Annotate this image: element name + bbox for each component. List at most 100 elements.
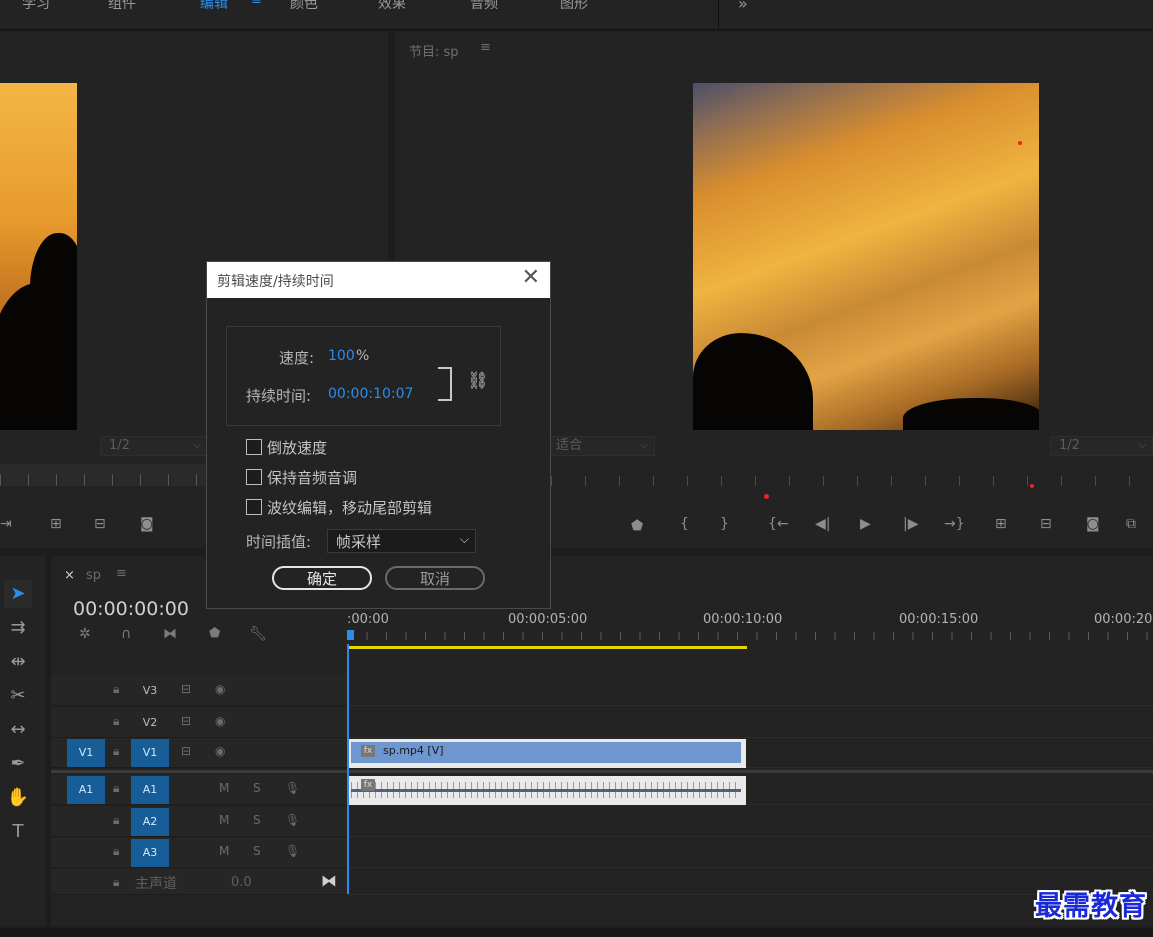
program-monitor-title[interactable]: 节目: sp <box>409 41 459 60</box>
add-marker-icon[interactable]: ⬟ <box>209 626 220 641</box>
workspace-tab-effects[interactable]: 效果 <box>378 0 406 13</box>
mark-in-icon[interactable]: { <box>680 516 689 532</box>
ripple-edit-checkbox[interactable] <box>246 499 262 515</box>
program-zoom-dropdown[interactable]: 1/2 ⌵ <box>1050 436 1153 456</box>
linked-selection-icon[interactable]: ⧓ <box>163 626 177 642</box>
track-name[interactable]: V2 <box>131 709 169 737</box>
track-target-v1[interactable]: V1 <box>131 739 169 767</box>
hamburger-icon[interactable]: ≡ <box>116 566 127 581</box>
cancel-button[interactable]: 取消 <box>385 566 485 590</box>
track-target-a1[interactable]: A1 <box>131 776 169 804</box>
playhead-handle[interactable] <box>347 630 354 640</box>
lock-icon[interactable]: 🔒︎ <box>113 744 119 759</box>
audio-clip[interactable]: fx <box>349 776 746 805</box>
go-to-in-icon[interactable]: {← <box>768 516 789 532</box>
workspace-tab-editing[interactable]: 编辑 <box>200 0 228 13</box>
lock-icon[interactable]: 🔒︎ <box>113 781 119 796</box>
time-interpolation-select[interactable]: 帧采样 ⌵ <box>327 529 476 553</box>
workspace-tab-color[interactable]: 颜色 <box>290 0 318 13</box>
wrench-icon[interactable]: 🔧︎ <box>249 626 267 642</box>
ok-button[interactable]: 确定 <box>272 566 372 590</box>
playhead-timecode[interactable]: 00:00:00:00 <box>73 598 189 620</box>
compare-icon[interactable]: ⧉ <box>1126 516 1136 532</box>
track-divider[interactable] <box>51 770 1153 773</box>
microphone-icon[interactable]: 🎙︎ <box>285 844 300 858</box>
source-time-ruler[interactable] <box>0 464 208 486</box>
lock-icon[interactable]: 🔒︎ <box>113 844 119 859</box>
solo-button[interactable]: S <box>253 813 261 827</box>
timeline-tab[interactable]: sp <box>86 568 101 583</box>
speed-value[interactable]: 100 <box>328 348 355 364</box>
microphone-icon[interactable]: 🎙︎ <box>285 781 300 795</box>
duration-value[interactable]: 00:00:10:07 <box>328 386 413 402</box>
eye-icon[interactable]: ◉ <box>215 744 225 758</box>
lane-a2[interactable] <box>347 807 1153 837</box>
lane-v3[interactable] <box>347 676 1153 706</box>
lane-master[interactable] <box>347 869 1153 895</box>
lock-icon[interactable]: 🔒︎ <box>113 682 119 697</box>
reverse-speed-checkbox[interactable] <box>246 439 262 455</box>
overwrite-icon[interactable]: ⊟ <box>94 516 106 532</box>
source-patch-a1[interactable]: A1 <box>67 776 105 804</box>
lock-icon[interactable]: 🔒︎ <box>113 875 119 890</box>
lane-a1[interactable]: fx <box>347 775 1153 805</box>
hamburger-icon[interactable]: ≡ <box>251 0 262 8</box>
lane-v2[interactable] <box>347 708 1153 738</box>
play-icon[interactable]: ▶ <box>860 516 871 532</box>
work-area-bar[interactable] <box>347 646 747 649</box>
track-target-a2[interactable]: A2 <box>131 808 169 836</box>
solo-button[interactable]: S <box>253 781 261 795</box>
chain-link-icon[interactable]: ⛓︎ <box>467 371 489 391</box>
workspace-tab-learning[interactable]: 学习 <box>22 0 50 13</box>
lock-icon[interactable]: 🔒︎ <box>113 714 119 729</box>
program-time-ruler[interactable] <box>551 464 1153 499</box>
snap-icon[interactable]: ∩ <box>121 626 131 642</box>
source-zoom-dropdown[interactable]: 1/2 ⌵ <box>100 436 208 456</box>
eye-icon[interactable]: ◉ <box>215 714 225 728</box>
ripple-edit-tool-icon[interactable]: ⇹ <box>4 648 32 676</box>
video-clip[interactable]: fx sp.mp4 [V] <box>349 739 746 768</box>
source-patch-v1[interactable]: V1 <box>67 739 105 767</box>
sync-lock-icon[interactable]: ⊟ <box>181 682 191 696</box>
workspace-tab-graphics[interactable]: 图形 <box>560 0 588 13</box>
nest-icon[interactable]: ✲ <box>79 626 91 642</box>
mark-out-icon[interactable]: } <box>720 516 729 532</box>
microphone-icon[interactable]: 🎙︎ <box>285 813 300 827</box>
eye-icon[interactable]: ◉ <box>215 682 225 696</box>
insert-icon[interactable]: ⊞ <box>50 516 62 532</box>
dialog-title-bar[interactable]: 剪辑速度/持续时间 ✕ <box>207 262 550 298</box>
go-to-out-icon[interactable]: →} <box>944 516 965 532</box>
hamburger-icon[interactable]: ≡ <box>480 40 491 55</box>
track-target-a3[interactable]: A3 <box>131 839 169 867</box>
playhead-line[interactable] <box>347 644 349 894</box>
lift-icon[interactable]: ⊞ <box>995 516 1007 532</box>
pen-tool-icon[interactable]: ✒ <box>4 750 32 778</box>
solo-button[interactable]: S <box>253 844 261 858</box>
maintain-pitch-checkbox[interactable] <box>246 469 262 485</box>
type-tool-icon[interactable]: T <box>4 818 32 846</box>
close-icon[interactable]: ✕ <box>522 267 540 289</box>
track-name[interactable]: V3 <box>131 677 169 705</box>
step-forward-icon[interactable]: |▶ <box>903 516 918 532</box>
workspace-tab-assembly[interactable]: 组件 <box>108 0 136 13</box>
workspace-tab-audio[interactable]: 音频 <box>470 0 498 13</box>
master-volume-value[interactable]: 0.0 <box>231 875 252 890</box>
lane-a3[interactable] <box>347 838 1153 868</box>
lock-icon[interactable]: 🔒︎ <box>113 813 119 828</box>
bowtie-icon[interactable]: ⧓ <box>321 871 337 890</box>
export-frame-icon[interactable]: ◙ <box>140 516 154 532</box>
razor-tool-icon[interactable]: ✂ <box>4 682 32 710</box>
export-frame-icon[interactable]: ◙ <box>1086 516 1100 532</box>
selection-tool-icon[interactable]: ➤ <box>4 580 32 608</box>
hand-tool-icon[interactable]: ✋ <box>4 784 32 812</box>
mark-out-icon[interactable]: ⇥ <box>0 516 12 532</box>
add-marker-icon[interactable]: ⬟ <box>631 518 643 534</box>
track-select-tool-icon[interactable]: ⇉ <box>4 614 32 642</box>
overflow-chevron-icon[interactable]: » <box>738 0 748 13</box>
sync-lock-icon[interactable]: ⊟ <box>181 714 191 728</box>
slip-tool-icon[interactable]: ↔ <box>4 716 32 744</box>
lane-v1[interactable]: fx sp.mp4 [V] <box>347 738 1153 768</box>
sync-lock-icon[interactable]: ⊟ <box>181 744 191 758</box>
step-back-icon[interactable]: ◀| <box>815 516 830 532</box>
close-icon[interactable]: × <box>64 568 75 583</box>
